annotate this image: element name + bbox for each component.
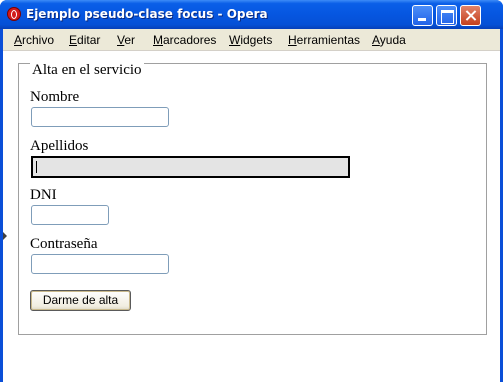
- close-icon[interactable]: [460, 5, 481, 26]
- darme-de-alta-button[interactable]: Darme de alta: [30, 290, 131, 311]
- contrasena-input[interactable]: [31, 254, 169, 274]
- maximize-icon[interactable]: [436, 5, 457, 26]
- window-title: Ejemplo pseudo-clase focus - Opera: [26, 7, 268, 21]
- menu-herramientas[interactable]: Herramientas: [288, 33, 360, 47]
- menu-editar[interactable]: Editar: [69, 33, 100, 47]
- opera-icon[interactable]: [7, 7, 21, 21]
- text-caret: [36, 161, 37, 173]
- menu-widgets[interactable]: Widgets: [229, 33, 272, 47]
- page-content: Alta en el servicio Nombre Apellidos DNI…: [3, 52, 500, 382]
- minimize-icon[interactable]: [412, 5, 433, 26]
- apellidos-input[interactable]: [31, 156, 350, 178]
- menu-ayuda[interactable]: Ayuda: [372, 33, 406, 47]
- client-area: Archivo Editar Ver Marcadores Widgets He…: [3, 29, 500, 382]
- title-bar[interactable]: Ejemplo pseudo-clase focus - Opera: [0, 0, 503, 29]
- dni-label: DNI: [30, 187, 57, 203]
- menu-ver[interactable]: Ver: [117, 33, 135, 47]
- menu-archivo[interactable]: Archivo: [14, 33, 54, 47]
- menu-bar: Archivo Editar Ver Marcadores Widgets He…: [3, 29, 500, 51]
- contrasena-label: Contraseña: [30, 236, 98, 252]
- dni-input[interactable]: [31, 205, 109, 225]
- browser-window: Ejemplo pseudo-clase focus - Opera Archi…: [0, 0, 503, 382]
- panel-toggle-icon[interactable]: [3, 232, 7, 240]
- apellidos-label: Apellidos: [30, 138, 89, 154]
- menu-marcadores[interactable]: Marcadores: [153, 33, 216, 47]
- fieldset-legend: Alta en el servicio: [30, 62, 144, 79]
- nombre-input[interactable]: [31, 107, 169, 127]
- nombre-label: Nombre: [30, 89, 80, 105]
